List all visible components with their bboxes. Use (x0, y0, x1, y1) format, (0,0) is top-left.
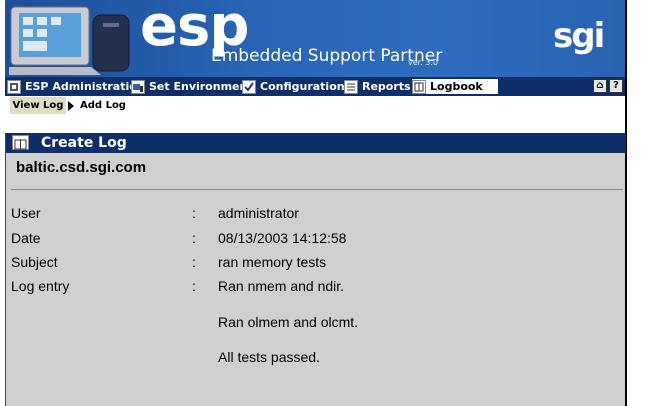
field-value-user: administrator (218, 205, 299, 221)
divider (11, 189, 623, 190)
field-label-date: Date (11, 230, 41, 246)
home-icon[interactable]: ⌂ (593, 79, 607, 93)
browser-content: esp Embedded Support Partner ver. 3.0 sg… (0, 0, 627, 406)
computer-illustration (9, 6, 130, 75)
menu-label: Reports (362, 80, 411, 93)
menu-label: ESP Administration (25, 80, 145, 93)
log-entry-line: Ran olmem and olcmt. (218, 314, 359, 330)
menu-label: Logbook (430, 80, 483, 93)
menu-esp-administration[interactable]: ESP Administration (7, 79, 145, 94)
report-icon (344, 79, 358, 94)
environment-icon (131, 79, 145, 94)
menu-configuration[interactable]: Configuration (242, 79, 345, 94)
view-log-tab[interactable]: View Log (10, 97, 66, 114)
add-log-tab[interactable]: Add Log (75, 97, 131, 114)
admin-icon (7, 79, 21, 94)
field-separator: : (192, 205, 196, 221)
field-value-log-entry: Ran nmem and ndir. (218, 278, 345, 294)
version-label: ver. 3.0 (408, 58, 439, 67)
field-value-date: 08/13/2003 14:12:58 (218, 230, 347, 246)
current-arrow-icon (68, 101, 74, 111)
hostname: baltic.csd.sgi.com (16, 159, 147, 176)
log-entry-line: All tests passed. (218, 349, 320, 365)
logbook-icon (412, 79, 426, 94)
menu-label: Set Environment (149, 80, 253, 93)
menu-reports[interactable]: Reports (344, 79, 411, 94)
menu-set-environment[interactable]: Set Environment (131, 79, 253, 94)
sgi-logo: sgi (553, 16, 605, 56)
field-label-log-entry: Log entry (11, 278, 70, 294)
menu-logbook[interactable]: Logbook (412, 79, 498, 94)
field-value-subject: ran memory tests (218, 254, 327, 270)
help-icon[interactable]: ? (609, 79, 623, 93)
field-separator: : (192, 278, 196, 294)
sub-navigation: View Log Add Log (5, 97, 625, 115)
panel-header: Create Log (6, 133, 626, 153)
field-separator: : (192, 254, 196, 270)
header-banner: esp Embedded Support Partner ver. 3.0 sg… (5, 0, 625, 77)
logbook-icon (12, 135, 29, 150)
right-margin (627, 0, 649, 406)
menu-label: Configuration (260, 80, 345, 93)
panel-title: Create Log (41, 135, 127, 151)
checkmark-icon (242, 79, 256, 94)
field-label-user: User (11, 205, 41, 221)
field-label-subject: Subject (11, 254, 58, 270)
create-log-panel: Create Log baltic.csd.sgi.com User : adm… (5, 133, 626, 406)
main-menu-bar: ESP Administration Set Environment Confi… (5, 77, 625, 96)
field-separator: : (192, 230, 196, 246)
